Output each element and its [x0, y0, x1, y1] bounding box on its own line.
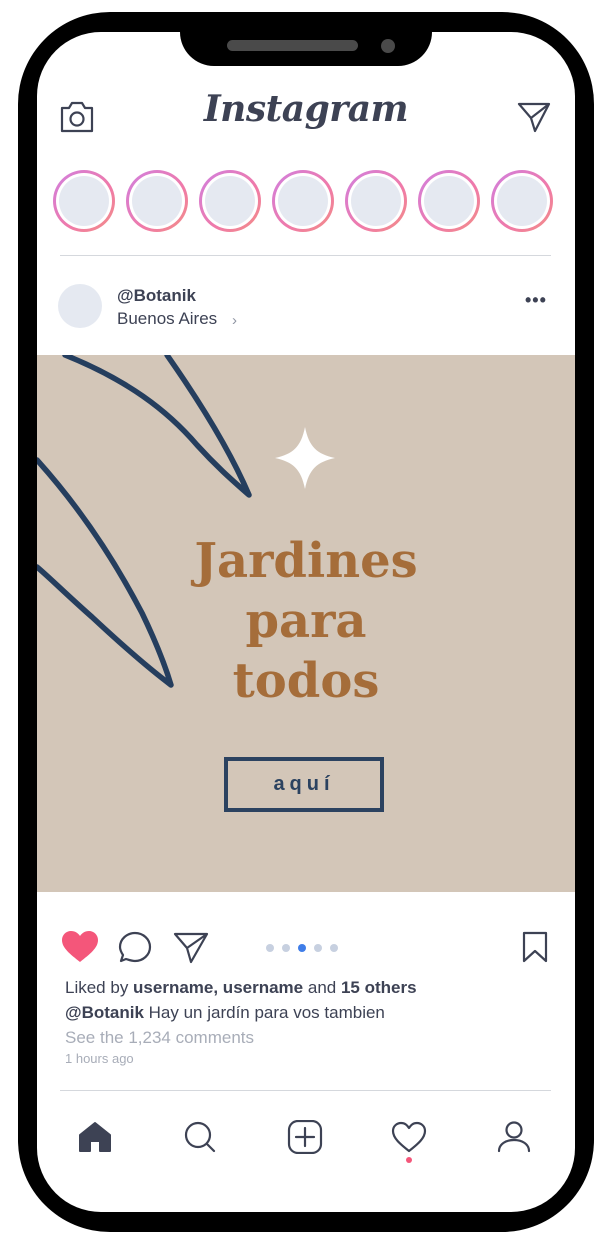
heart-icon[interactable]: [391, 1120, 427, 1154]
divider: [60, 1090, 551, 1091]
story-avatar[interactable]: [345, 170, 407, 232]
search-icon[interactable]: [182, 1120, 218, 1154]
post-headline: Jardines para todos: [37, 531, 575, 711]
add-post-icon[interactable]: [287, 1120, 323, 1154]
story-avatar[interactable]: [53, 170, 115, 232]
bookmark-icon[interactable]: [520, 930, 550, 964]
post-image[interactable]: Jardines para todos aquí: [37, 355, 575, 892]
likes-summary[interactable]: Liked by username, username and 15 other…: [65, 978, 417, 998]
post-timestamp: 1 hours ago: [65, 1051, 134, 1066]
likes-others[interactable]: 15 others: [341, 978, 417, 997]
divider: [60, 255, 551, 256]
story-avatar[interactable]: [491, 170, 553, 232]
notification-dot: [406, 1157, 412, 1163]
carousel-dot: [314, 944, 322, 952]
phone-speaker: [227, 40, 358, 51]
view-comments-link[interactable]: See the 1,234 comments: [65, 1028, 254, 1048]
carousel-dot-active: [298, 944, 306, 952]
likes-users[interactable]: username, username: [133, 978, 303, 997]
carousel-dot: [266, 944, 274, 952]
like-heart-icon[interactable]: [61, 930, 99, 964]
story-avatar[interactable]: [126, 170, 188, 232]
carousel-dot: [282, 944, 290, 952]
share-icon[interactable]: [173, 930, 209, 964]
post-caption: @Botanik Hay un jardín para vos tambien: [65, 1003, 385, 1023]
post-location[interactable]: Buenos Aires: [117, 309, 217, 329]
send-icon[interactable]: [516, 100, 552, 134]
post-menu-button[interactable]: •••: [525, 290, 547, 311]
likes-and: and: [303, 978, 341, 997]
chevron-right-icon: ›: [232, 312, 237, 329]
comment-icon[interactable]: [118, 930, 154, 964]
headline-line: todos: [232, 653, 380, 709]
headline-line: para: [245, 593, 367, 649]
story-avatar[interactable]: [199, 170, 261, 232]
likes-prefix: Liked by: [65, 978, 134, 997]
story-avatar[interactable]: [418, 170, 480, 232]
sparkle-icon: [275, 427, 335, 489]
cta-button[interactable]: aquí: [224, 757, 384, 812]
carousel-dot: [330, 944, 338, 952]
story-avatar[interactable]: [272, 170, 334, 232]
caption-text: Hay un jardín para vos tambien: [143, 1003, 385, 1022]
phone-camera: [381, 39, 395, 53]
caption-username[interactable]: @Botanik: [65, 1003, 144, 1022]
post-username[interactable]: @Botanik: [117, 286, 196, 306]
headline-line: Jardines: [194, 533, 418, 589]
profile-icon[interactable]: [496, 1120, 532, 1154]
post-avatar[interactable]: [58, 284, 102, 328]
home-icon[interactable]: [77, 1120, 113, 1154]
